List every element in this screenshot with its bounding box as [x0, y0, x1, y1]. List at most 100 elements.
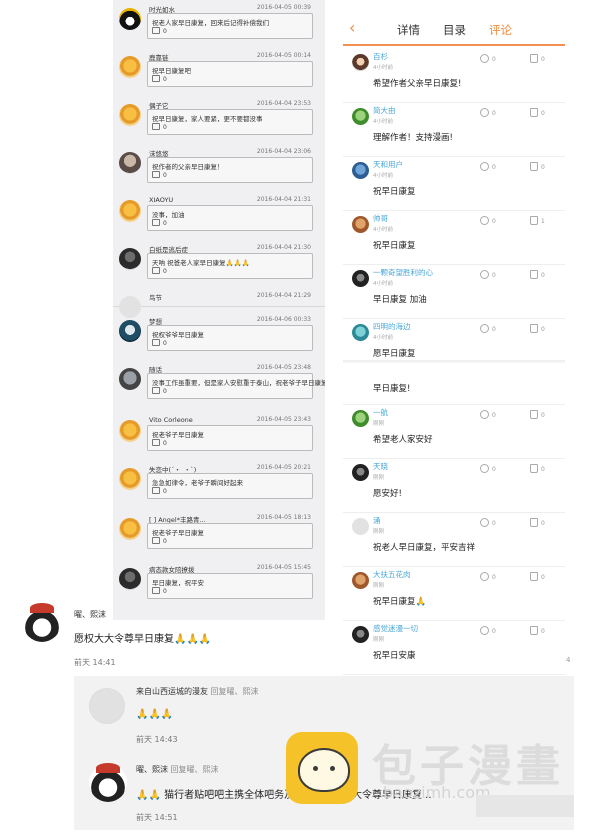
avatar[interactable]: [119, 56, 141, 78]
comment-text: 急急如律令，老爷子瞬间好起来: [152, 479, 243, 487]
reply-count[interactable]: 0: [152, 587, 167, 595]
tab-comments[interactable]: 评论: [489, 22, 512, 38]
reply-button[interactable]: 0: [480, 54, 496, 63]
like-button[interactable]: 1: [530, 216, 545, 225]
comment-username[interactable]: 帅哥: [373, 213, 388, 224]
reply-count[interactable]: 0: [152, 123, 167, 131]
comment-username[interactable]: 简大由: [373, 105, 396, 116]
like-count: 0: [541, 628, 545, 635]
avatar[interactable]: [119, 568, 141, 590]
thumbs-up-icon: [530, 54, 538, 63]
avatar[interactable]: [119, 152, 141, 174]
reply-target[interactable]: 曜、熙沫: [187, 765, 219, 774]
avatar[interactable]: [352, 216, 369, 233]
thumbs-up-icon: [530, 464, 538, 473]
avatar[interactable]: [352, 464, 369, 481]
avatar[interactable]: [119, 518, 141, 540]
reply-count[interactable]: 0: [152, 75, 167, 83]
like-button[interactable]: 0: [530, 270, 545, 279]
comment-username[interactable]: 大扶五花肉: [373, 569, 411, 580]
reply-button[interactable]: 0: [480, 518, 496, 527]
avatar[interactable]: [352, 54, 369, 71]
comment-date: 2016-04-04 21:29: [256, 292, 311, 299]
avatar[interactable]: [119, 320, 141, 342]
thumbs-up-icon: [530, 108, 538, 117]
comment-text: 祝老爷子早日康复: [152, 529, 204, 537]
reply-count[interactable]: 0: [152, 27, 167, 35]
comment-username[interactable]: 感觉迷漫一切: [373, 623, 418, 634]
comment-username[interactable]: 涌: [373, 515, 381, 526]
comment-username[interactable]: 鸟节: [149, 292, 162, 302]
avatar[interactable]: [119, 8, 141, 30]
reply-target[interactable]: 曜、熙沫: [227, 687, 259, 696]
thumbs-up-icon: [530, 572, 538, 581]
reply-button[interactable]: 0: [480, 216, 496, 225]
avatar[interactable]: [352, 572, 369, 589]
avatar[interactable]: [352, 626, 369, 643]
reply-username[interactable]: 曜、熙沫: [136, 765, 168, 774]
comment-username[interactable]: 曜、熙沫: [74, 609, 106, 620]
comment-item: 四明的海边 4小时前 愿早日康复 0 0: [343, 318, 565, 361]
reply-button[interactable]: 0: [480, 270, 496, 279]
tab-details[interactable]: 详情: [397, 22, 420, 38]
reply-count[interactable]: 0: [152, 387, 167, 395]
reply-count[interactable]: 0: [152, 439, 167, 447]
reply-button[interactable]: 0: [480, 464, 496, 473]
comment-username[interactable]: 一颗奇望胜利的心: [373, 267, 433, 278]
reply-count[interactable]: 0: [152, 267, 167, 275]
comment-time: 刚刚: [373, 421, 385, 427]
comment-bubble-icon: [480, 626, 489, 635]
comment-username[interactable]: 天晓: [373, 461, 388, 472]
thumbs-up-icon: [530, 324, 538, 333]
comment-box: 祝作者的父亲早日康复！ 0: [147, 157, 313, 183]
reply-username[interactable]: 来自山西运城的漫友: [136, 687, 208, 696]
comment-username[interactable]: 四明的海边: [373, 321, 411, 332]
like-count: 1: [541, 218, 545, 225]
reply-button[interactable]: 0: [480, 162, 496, 171]
back-icon[interactable]: ‹: [349, 20, 355, 36]
reply-count[interactable]: 0: [152, 487, 167, 495]
avatar[interactable]: [119, 200, 141, 222]
comment-time: 4小时前: [373, 173, 393, 179]
comment-bubble-icon: [480, 572, 489, 581]
comment-username[interactable]: 天和用户: [373, 159, 403, 170]
comment-username[interactable]: XIAOYU: [149, 196, 173, 204]
avatar[interactable]: [119, 368, 141, 390]
reply-button[interactable]: 0: [480, 410, 496, 419]
reply-button[interactable]: 0: [480, 108, 496, 117]
reply-button[interactable]: 0: [480, 626, 496, 635]
reply-count[interactable]: 0: [152, 171, 167, 179]
like-button[interactable]: 0: [530, 54, 545, 63]
avatar[interactable]: [352, 270, 369, 287]
comment-username[interactable]: Vito Corleone: [149, 416, 193, 424]
avatar[interactable]: [352, 162, 369, 179]
reply-count[interactable]: 0: [152, 339, 167, 347]
avatar[interactable]: [119, 104, 141, 126]
like-button[interactable]: 0: [530, 464, 545, 473]
reply-count[interactable]: 0: [152, 537, 167, 545]
like-button[interactable]: 0: [530, 324, 545, 333]
avatar[interactable]: [119, 420, 141, 442]
avatar[interactable]: [89, 688, 125, 724]
avatar[interactable]: [352, 324, 369, 341]
like-button[interactable]: 0: [530, 108, 545, 117]
avatar[interactable]: [119, 468, 141, 490]
comment-text: 祝早日康复吧: [152, 67, 191, 75]
tab-catalog[interactable]: 目录: [443, 22, 466, 38]
like-button[interactable]: 0: [530, 572, 545, 581]
like-button[interactable]: 0: [530, 410, 545, 419]
avatar[interactable]: [352, 518, 369, 535]
comment-username[interactable]: 一航: [373, 407, 388, 418]
like-button[interactable]: 0: [530, 162, 545, 171]
avatar[interactable]: [352, 410, 369, 427]
avatar[interactable]: [119, 296, 141, 318]
reply-count[interactable]: 0: [152, 219, 167, 227]
like-button[interactable]: 0: [530, 626, 545, 635]
avatar[interactable]: [352, 108, 369, 125]
like-button[interactable]: 0: [530, 518, 545, 527]
reply-button[interactable]: 0: [480, 324, 496, 333]
comment-username[interactable]: 百杉: [373, 51, 388, 62]
comment-text: 愿安好!: [373, 489, 402, 499]
avatar[interactable]: [119, 248, 141, 270]
reply-button[interactable]: 0: [480, 572, 496, 581]
